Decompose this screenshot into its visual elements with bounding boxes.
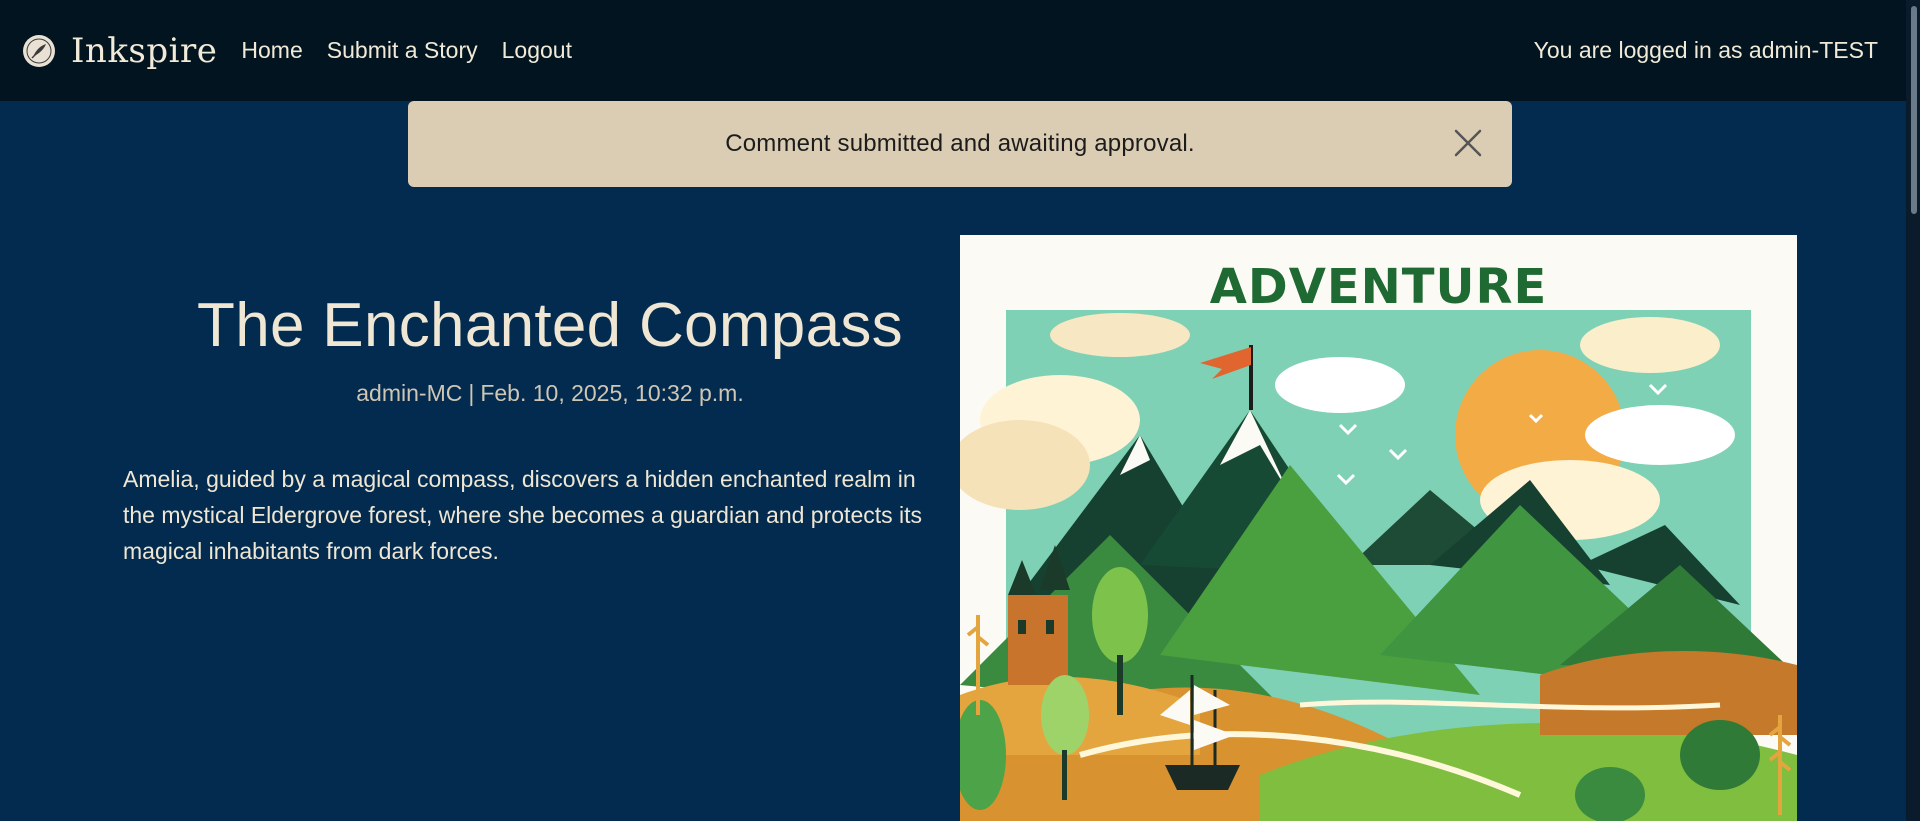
alert-message-box: Comment submitted and awaiting approval.: [408, 101, 1512, 187]
page-scrollbar[interactable]: [1906, 0, 1920, 821]
image-caption: ADVENTURE: [1209, 259, 1548, 315]
nav-links: Home Submit a Story Logout: [241, 37, 596, 64]
story-cover-image: ADVENTURE: [960, 235, 1797, 821]
brand-link[interactable]: Inkspire: [23, 31, 241, 71]
quill-feather-icon: [23, 34, 55, 67]
adventure-illustration: [960, 235, 1797, 821]
story-author: admin-MC: [356, 380, 463, 406]
meta-separator: |: [468, 380, 475, 406]
close-icon[interactable]: [1450, 125, 1486, 161]
story-meta: admin-MC | Feb. 10, 2025, 10:32 p.m.: [122, 380, 978, 407]
story-excerpt: Amelia, guided by a magical compass, dis…: [123, 466, 923, 564]
navbar: Inkspire Home Submit a Story Logout You …: [0, 0, 1920, 101]
brand-name: Inkspire: [71, 30, 218, 71]
login-status-text: You are logged in as admin-TEST: [1533, 37, 1878, 63]
story-title: The Enchanted Compass: [197, 291, 903, 360]
nav-link-logout[interactable]: Logout: [502, 37, 572, 64]
story-date: Feb. 10, 2025, 10:32 p.m.: [480, 380, 744, 406]
nav-link-home[interactable]: Home: [241, 37, 302, 64]
nav-link-submit-story[interactable]: Submit a Story: [327, 37, 478, 64]
alert-text: Comment submitted and awaiting approval.: [725, 130, 1195, 157]
scrollbar-thumb[interactable]: [1911, 6, 1917, 214]
